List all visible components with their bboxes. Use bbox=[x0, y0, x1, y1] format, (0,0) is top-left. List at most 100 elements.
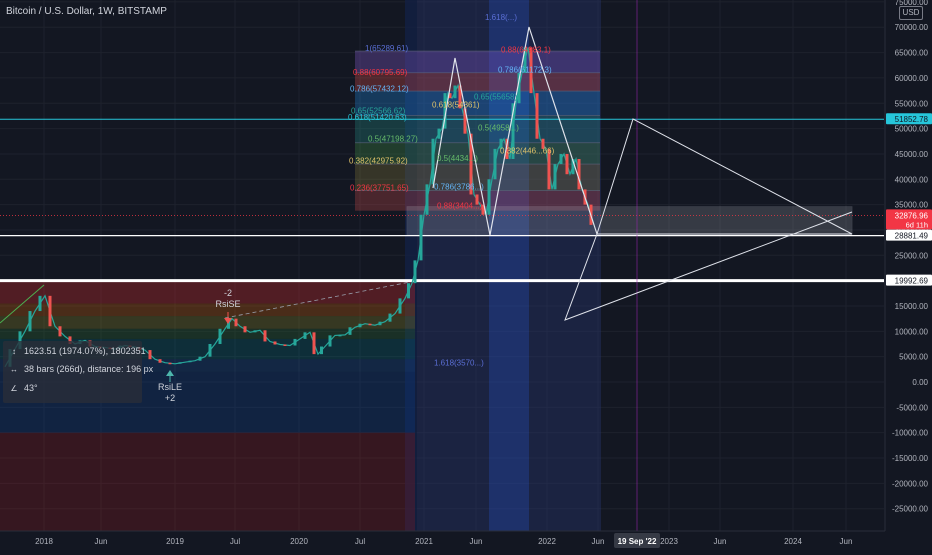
rsi-annotation: +2 bbox=[165, 393, 175, 403]
price-range-icon: ↕ bbox=[12, 346, 16, 356]
candle bbox=[158, 359, 162, 363]
candle bbox=[419, 214, 423, 261]
time-axis-label: Jun bbox=[840, 537, 853, 546]
price-axis-label: 60000.00 bbox=[895, 74, 929, 83]
candle bbox=[437, 128, 441, 139]
candle bbox=[348, 327, 352, 335]
price-axis-label: -10000.00 bbox=[892, 429, 929, 438]
price-axis-label: 25000.00 bbox=[895, 251, 929, 260]
candle bbox=[312, 332, 316, 355]
fib-label: 0.786(57432.12) bbox=[350, 85, 409, 94]
candle bbox=[263, 330, 267, 342]
measure-angle-row: ∠ 43° bbox=[9, 383, 38, 393]
candle bbox=[168, 362, 172, 365]
candle bbox=[253, 330, 257, 333]
fib-label: 0.5(47198.27) bbox=[368, 135, 418, 144]
fib-label: 0.786(3786...) bbox=[434, 182, 484, 191]
price-tag-last-value: 32876.96 bbox=[895, 211, 929, 220]
candle bbox=[553, 164, 557, 190]
candle bbox=[234, 318, 238, 327]
fib-label: 0.65(55658) bbox=[474, 93, 517, 102]
time-axis-label: Jun bbox=[95, 537, 108, 546]
chart-canvas[interactable]: 1(65289.61) 0.88(60795.69) 0.786(57432.12)… bbox=[0, 0, 932, 550]
candle bbox=[398, 298, 402, 314]
candle bbox=[48, 295, 52, 327]
currency-badge[interactable]: USD bbox=[899, 6, 923, 20]
fib-label: 0.786(61172.3) bbox=[498, 65, 552, 74]
candle bbox=[378, 321, 382, 326]
time-axis-label: 2022 bbox=[538, 537, 556, 546]
time-axis-label: Jul bbox=[355, 537, 365, 546]
lower-fib-band bbox=[0, 303, 415, 317]
price-tag-countdown: 6d 11h bbox=[906, 220, 928, 229]
price-axis-label: -25000.00 bbox=[892, 505, 929, 514]
fib-label: 0.88(64983.1) bbox=[501, 46, 551, 55]
fib-label: 1.618(...) bbox=[485, 13, 517, 22]
time-axis-label: Jun bbox=[714, 537, 727, 546]
price-axis-label: 55000.00 bbox=[895, 99, 929, 108]
price-axis-label: -20000.00 bbox=[892, 479, 929, 488]
price-axis-label: 35000.00 bbox=[895, 201, 929, 210]
measure-price-row: ↕ 1623.51 (1974.07%), 1802351 bbox=[9, 346, 146, 356]
fib-label: 0.618(54361) bbox=[432, 100, 480, 109]
price-axis-label: 70000.00 bbox=[895, 23, 929, 32]
candle bbox=[38, 295, 42, 312]
btc-weekly-chart[interactable]: 1(65289.61) 0.88(60795.69) 0.786(57432.12)… bbox=[0, 0, 932, 550]
candle bbox=[338, 334, 342, 337]
candle bbox=[407, 283, 410, 299]
candle bbox=[243, 326, 247, 333]
lower-fib-band bbox=[0, 316, 415, 329]
price-axis-label: 15000.00 bbox=[895, 302, 929, 311]
candle bbox=[188, 360, 192, 363]
time-axis-label: 2018 bbox=[35, 537, 53, 546]
candle bbox=[487, 179, 491, 215]
fib-label: 0.382(446...66) bbox=[500, 146, 555, 155]
price-tag-white1-value: 28881.49 bbox=[895, 232, 929, 241]
candle bbox=[413, 260, 417, 284]
crosshair-time-label: 19 Sep '22 bbox=[618, 537, 657, 546]
time-axis-label: Jul bbox=[230, 537, 240, 546]
symbol-title: Bitcoin / U.S. Dollar, 1W, BITSTAMP bbox=[6, 6, 167, 17]
candle bbox=[28, 311, 32, 332]
time-axis-label: 2023 bbox=[660, 537, 678, 546]
candle bbox=[58, 326, 62, 337]
time-axis-label: Jun bbox=[592, 537, 605, 546]
fib-label: 1(65289.61) bbox=[365, 44, 408, 53]
candle bbox=[218, 328, 222, 344]
fib-label: 0.382(42975.92) bbox=[349, 157, 408, 166]
rsi-annotation: RsiLE bbox=[158, 382, 182, 392]
candle bbox=[273, 341, 277, 345]
candle bbox=[303, 332, 307, 339]
rsi-annotation: RsiSE bbox=[215, 299, 240, 309]
candle bbox=[453, 85, 457, 99]
fib-label: 0.618(51420.63) bbox=[348, 113, 407, 122]
candle bbox=[208, 343, 212, 357]
candle bbox=[293, 338, 297, 346]
price-axis-label: -15000.00 bbox=[892, 454, 929, 463]
candle bbox=[431, 138, 435, 185]
price-axis-label: 50000.00 bbox=[895, 125, 929, 134]
bars-range-icon: ↔ bbox=[10, 364, 18, 374]
angle-icon: ∠ bbox=[10, 383, 18, 393]
candle bbox=[493, 148, 497, 180]
measure-bars-row: ↔ 38 bars (266d), distance: 196 px bbox=[9, 364, 153, 374]
candle bbox=[565, 153, 569, 175]
price-axis-label: 45000.00 bbox=[895, 150, 929, 159]
price-tag-white2-value: 19992.69 bbox=[895, 277, 929, 286]
fib-label: 0.5(4958...) bbox=[478, 124, 519, 133]
gray-range-box bbox=[406, 206, 853, 236]
fib-label: 0.5(4434...) bbox=[437, 154, 478, 163]
candle bbox=[148, 350, 152, 360]
fib-label: 0.88(3404...) bbox=[437, 202, 483, 211]
price-axis-label: 65000.00 bbox=[895, 49, 929, 58]
candle bbox=[358, 323, 362, 328]
candle bbox=[320, 346, 323, 355]
lower-fib-band bbox=[0, 432, 415, 535]
time-axis-label: 2020 bbox=[290, 537, 308, 546]
measure-price-text: 1623.51 (1974.07%), 1802351 bbox=[24, 346, 146, 356]
price-axis-label: 40000.00 bbox=[895, 175, 929, 184]
candle bbox=[178, 362, 182, 364]
measure-angle-text: 43° bbox=[24, 383, 38, 393]
price-tag-cyan-value: 51852.78 bbox=[895, 115, 929, 124]
rsi-annotation: -2 bbox=[224, 288, 232, 298]
